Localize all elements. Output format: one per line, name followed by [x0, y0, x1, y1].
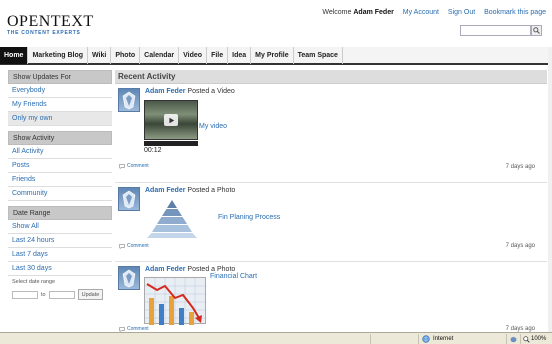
date-to-label: to [41, 291, 46, 298]
tab-idea[interactable]: Idea [228, 47, 252, 64]
activity-item: Adam Feder Posted a Photo Fin Planing Pr… [115, 183, 547, 262]
comment-link[interactable]: Comment [119, 243, 149, 249]
avatar-icon [122, 190, 136, 209]
tab-team-space[interactable]: Team Space [294, 47, 343, 64]
show-updates-panel: Show Updates For Everybody My Friends On… [8, 70, 112, 126]
activity-actor-line: Adam Feder Posted a Photo [145, 266, 235, 273]
browser-status-bar: Internet 100% [0, 332, 552, 344]
search-button[interactable] [531, 25, 542, 36]
zone-label: Internet [433, 336, 454, 342]
video-controls[interactable] [144, 141, 198, 146]
top-links: Welcome Adam Feder My Account Sign Out B… [322, 9, 546, 16]
activity-all[interactable]: All Activity [8, 145, 112, 159]
date-last-24-hours[interactable]: Last 24 hours [8, 234, 112, 248]
protected-mode-icon[interactable] [506, 334, 520, 344]
avatar-icon [122, 269, 136, 288]
comment-link[interactable]: Comment [119, 163, 149, 169]
activity-actor-line: Adam Feder Posted a Video [145, 88, 235, 95]
timestamp: 7 days ago [505, 243, 535, 249]
avatar[interactable] [118, 187, 140, 211]
play-icon[interactable] [164, 114, 178, 126]
select-date-range-label: Select date range [12, 279, 56, 285]
recent-activity-heading: Recent Activity [115, 70, 547, 84]
bookmark-link[interactable]: Bookmark this page [484, 9, 546, 16]
activity-action: Posted a Video [187, 88, 235, 95]
sign-out-link[interactable]: Sign Out [448, 9, 475, 16]
zoom-control[interactable]: 100% [520, 334, 552, 344]
tab-calendar[interactable]: Calendar [140, 47, 180, 64]
opentext-logo[interactable]: OPENTEXT THE CONTENT EXPERTS [7, 13, 94, 36]
comment-icon [119, 163, 125, 169]
logo-name: OPENTEXT [7, 13, 94, 30]
main-nav: Home Marketing Blog Wiki Photo Calendar … [0, 47, 552, 65]
filter-my-friends[interactable]: My Friends [8, 98, 112, 112]
date-range-panel: Date Range Show All Last 24 hours Last 7… [8, 206, 112, 303]
tab-marketing-blog[interactable]: Marketing Blog [28, 47, 89, 64]
activity-action: Posted a Photo [187, 266, 236, 273]
comment-label: Comment [127, 243, 149, 249]
financial-chart-image[interactable] [144, 277, 207, 325]
date-range-heading: Date Range [8, 206, 112, 220]
comment-icon [119, 243, 125, 249]
user-name: Adam Feder [353, 9, 394, 16]
activity-item: Adam Feder Posted a Video 00:12 My video… [115, 84, 547, 183]
show-updates-heading: Show Updates For [8, 70, 112, 84]
show-activity-panel: Show Activity All Activity Posts Friends… [8, 131, 112, 201]
security-zone[interactable]: Internet [418, 334, 506, 344]
date-last-7-days[interactable]: Last 7 days [8, 248, 112, 262]
avatar-icon [122, 91, 136, 110]
comment-icon [119, 326, 125, 332]
pyramid-image[interactable] [144, 199, 200, 239]
photo-title-link[interactable]: Financial Chart [210, 273, 257, 280]
actor-link[interactable]: Adam Feder [145, 266, 185, 273]
scrollbar[interactable] [548, 47, 552, 332]
sidebar: Show Updates For Everybody My Friends On… [8, 70, 112, 310]
welcome-text: Welcome [322, 9, 352, 16]
comment-label: Comment [127, 163, 149, 169]
my-account-link[interactable]: My Account [403, 9, 439, 16]
avatar[interactable] [118, 266, 140, 290]
show-activity-heading: Show Activity [8, 131, 112, 145]
zoom-level: 100% [531, 336, 547, 342]
activity-friends[interactable]: Friends [8, 173, 112, 187]
timestamp: 7 days ago [505, 164, 535, 170]
date-to-input[interactable] [48, 290, 75, 299]
activity-action: Posted a Photo [187, 187, 236, 194]
tab-photo[interactable]: Photo [111, 47, 141, 64]
tab-file[interactable]: File [207, 47, 229, 64]
activity-actor-line: Adam Feder Posted a Photo [145, 187, 235, 194]
status-cell [370, 334, 418, 344]
date-show-all[interactable]: Show All [8, 220, 112, 234]
filter-everybody[interactable]: Everybody [8, 84, 112, 98]
tab-my-profile[interactable]: My Profile [251, 47, 294, 64]
search-input[interactable] [460, 25, 531, 36]
tab-video[interactable]: Video [179, 47, 208, 64]
date-from-input[interactable] [12, 290, 38, 299]
avatar[interactable] [118, 88, 140, 112]
globe-icon [422, 335, 430, 343]
actor-link[interactable]: Adam Feder [145, 187, 185, 194]
tab-wiki[interactable]: Wiki [88, 47, 112, 64]
header: OPENTEXT THE CONTENT EXPERTS Welcome Ada… [0, 0, 552, 46]
video-thumbnail[interactable] [144, 100, 198, 140]
activity-item: Adam Feder Posted a Photo Financial Char… [115, 262, 547, 332]
recent-activity: Recent Activity Adam Feder Posted a Vide… [115, 70, 547, 332]
activity-community[interactable]: Community [8, 187, 112, 201]
video-title-link[interactable]: My video [199, 123, 227, 130]
activity-posts[interactable]: Posts [8, 159, 112, 173]
custom-date-range: Select date range to Update [8, 276, 112, 303]
update-button[interactable]: Update [77, 289, 104, 300]
tab-home[interactable]: Home [0, 47, 29, 64]
video-duration: 00:12 [144, 147, 162, 154]
search-icon [533, 27, 540, 34]
actor-link[interactable]: Adam Feder [145, 88, 185, 95]
photo-title-link[interactable]: Fin Planing Process [218, 214, 280, 221]
zoom-icon [523, 335, 530, 343]
date-last-30-days[interactable]: Last 30 days [8, 262, 112, 276]
filter-only-my-own[interactable]: Only my own [8, 112, 112, 126]
